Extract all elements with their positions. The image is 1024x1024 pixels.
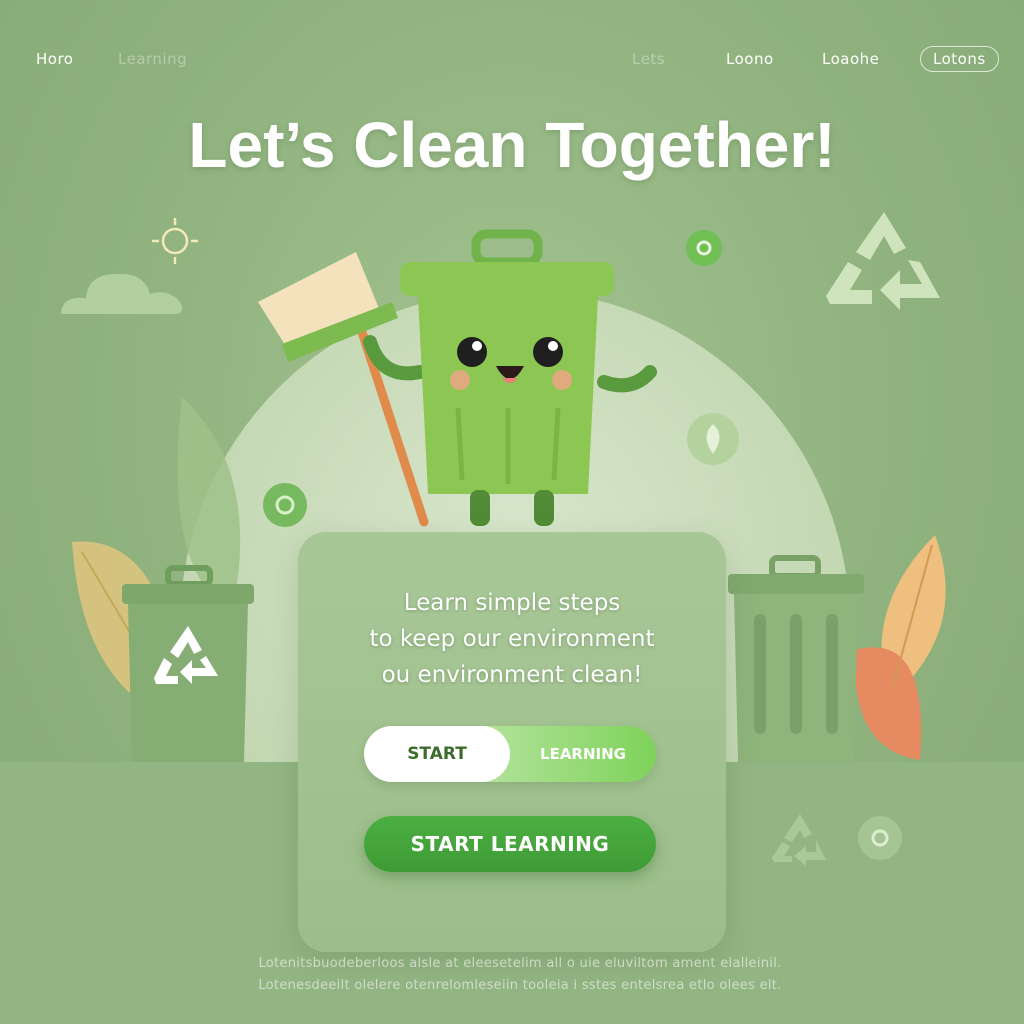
toggle-learning-label: LEARNING (540, 745, 626, 763)
nav-item-learning[interactable]: Learning (118, 50, 187, 68)
trash-bin-icon (122, 565, 254, 762)
nav-item-lotons-pill[interactable]: Lotons (920, 46, 999, 72)
leaf-badge-icon (686, 230, 722, 266)
recycle-icon (772, 814, 826, 866)
panel-text-line: Learn simple steps (403, 590, 621, 616)
start-learning-toggle[interactable]: START LEARNING (364, 726, 656, 782)
leaf-badge-icon (687, 413, 739, 465)
nav-item-loaohe[interactable]: Loaohe (822, 50, 879, 68)
nav-item-home[interactable]: Horo (36, 50, 73, 68)
cloud-icon (61, 273, 182, 314)
trash-bin-mascot (258, 229, 657, 527)
start-learning-button[interactable]: START LEARNING (364, 816, 656, 872)
top-navigation: Horo Learning Lets Loono Loaohe Lotons (0, 0, 1024, 110)
recycle-icon (826, 212, 940, 310)
footer-text-line: Lotenesdeeilt olelere otenrelomleseiin t… (258, 978, 782, 993)
panel-description: Learn simple steps to keep our environme… (330, 585, 694, 693)
toggle-start-label: START (364, 726, 510, 782)
nav-item-lets[interactable]: Lets (632, 50, 665, 68)
leaf-badge-icon (858, 816, 902, 860)
panel-text-line: to keep our environment (369, 626, 655, 652)
panel-text-line: ou environment clean! (381, 662, 643, 688)
nav-item-loono[interactable]: Loono (726, 50, 774, 68)
broom-icon (258, 252, 429, 527)
leaf-icon (854, 535, 946, 760)
footer-text-line: Lotenitsbuodeberloos alsle at eleeseteli… (258, 956, 782, 971)
trash-bin-icon (728, 555, 864, 762)
page-title: Let’s Clean Together! (188, 109, 836, 181)
